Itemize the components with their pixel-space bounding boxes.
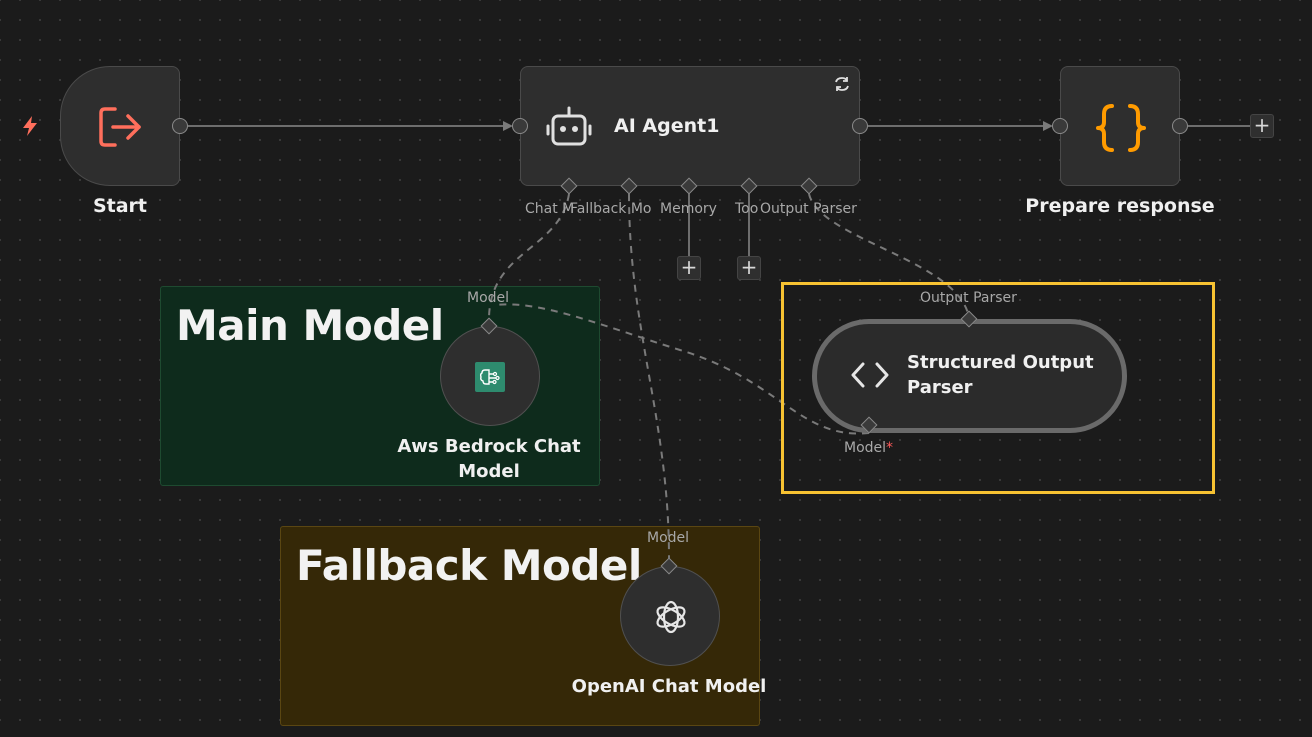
prepare-response-node-label: Prepare response <box>1025 195 1215 217</box>
add-memory-button[interactable]: + <box>677 256 701 280</box>
required-marker: * <box>886 440 894 456</box>
code-brackets-icon <box>850 361 890 393</box>
add-next-node-button[interactable]: + <box>1250 114 1274 138</box>
aws-bedrock-chat-model-node[interactable] <box>440 326 540 426</box>
bedrock-node-label-line2: Model <box>458 461 520 482</box>
openai-node-label: OpenAI Chat Model <box>571 676 767 697</box>
prepare-response-node[interactable] <box>1060 66 1180 186</box>
refresh-icon[interactable] <box>834 76 850 96</box>
prepare-input-handle[interactable] <box>1052 118 1068 134</box>
agent-port-label-tool: Too <box>735 201 759 217</box>
parser-top-port-label: Output Parser <box>920 290 1017 306</box>
openai-chat-model-node[interactable] <box>620 566 720 666</box>
sticky-title: Fallback Model <box>296 541 642 590</box>
parser-bottom-port-label: Model* <box>844 440 893 456</box>
agent-input-handle[interactable] <box>512 118 528 134</box>
sign-out-icon <box>97 105 145 153</box>
trigger-bolt-icon <box>20 115 40 137</box>
openai-icon <box>651 597 691 641</box>
workflow-canvas[interactable]: Main Model Fallback Model Start AI Agent… <box>0 0 1312 737</box>
parser-node-label-line1: Structured Output <box>907 352 1094 373</box>
agent-port-label-chat-model: Chat M <box>525 201 575 217</box>
curly-braces-icon <box>1094 103 1148 157</box>
start-output-handle[interactable] <box>172 118 188 134</box>
bedrock-node-label-line1: Aws Bedrock Chat <box>397 436 581 457</box>
agent-output-handle[interactable] <box>852 118 868 134</box>
start-node-label: Start <box>92 195 148 217</box>
ai-agent-node-label: AI Agent1 <box>614 115 720 137</box>
agent-port-label-fallback-model: Fallback Mo <box>570 201 652 217</box>
agent-port-label-output-parser: Output Parser <box>760 201 857 217</box>
start-node[interactable] <box>60 66 180 186</box>
prepare-output-handle[interactable] <box>1172 118 1188 134</box>
robot-icon <box>546 106 592 152</box>
structured-output-parser-node[interactable]: Structured Output Parser <box>812 319 1127 433</box>
openai-port-label: Model <box>647 530 690 546</box>
bedrock-port-label: Model <box>467 290 510 306</box>
connection-fallback-to-openai[interactable] <box>628 193 670 559</box>
sticky-title: Main Model <box>176 301 444 350</box>
add-tool-button[interactable]: + <box>737 256 761 280</box>
agent-port-label-memory: Memory <box>660 201 717 217</box>
brain-circuit-icon <box>475 362 505 392</box>
parser-node-label-line2: Parser <box>907 377 973 398</box>
ai-agent-node[interactable]: AI Agent1 <box>520 66 860 186</box>
parser-model-port-text: Model <box>844 440 887 456</box>
